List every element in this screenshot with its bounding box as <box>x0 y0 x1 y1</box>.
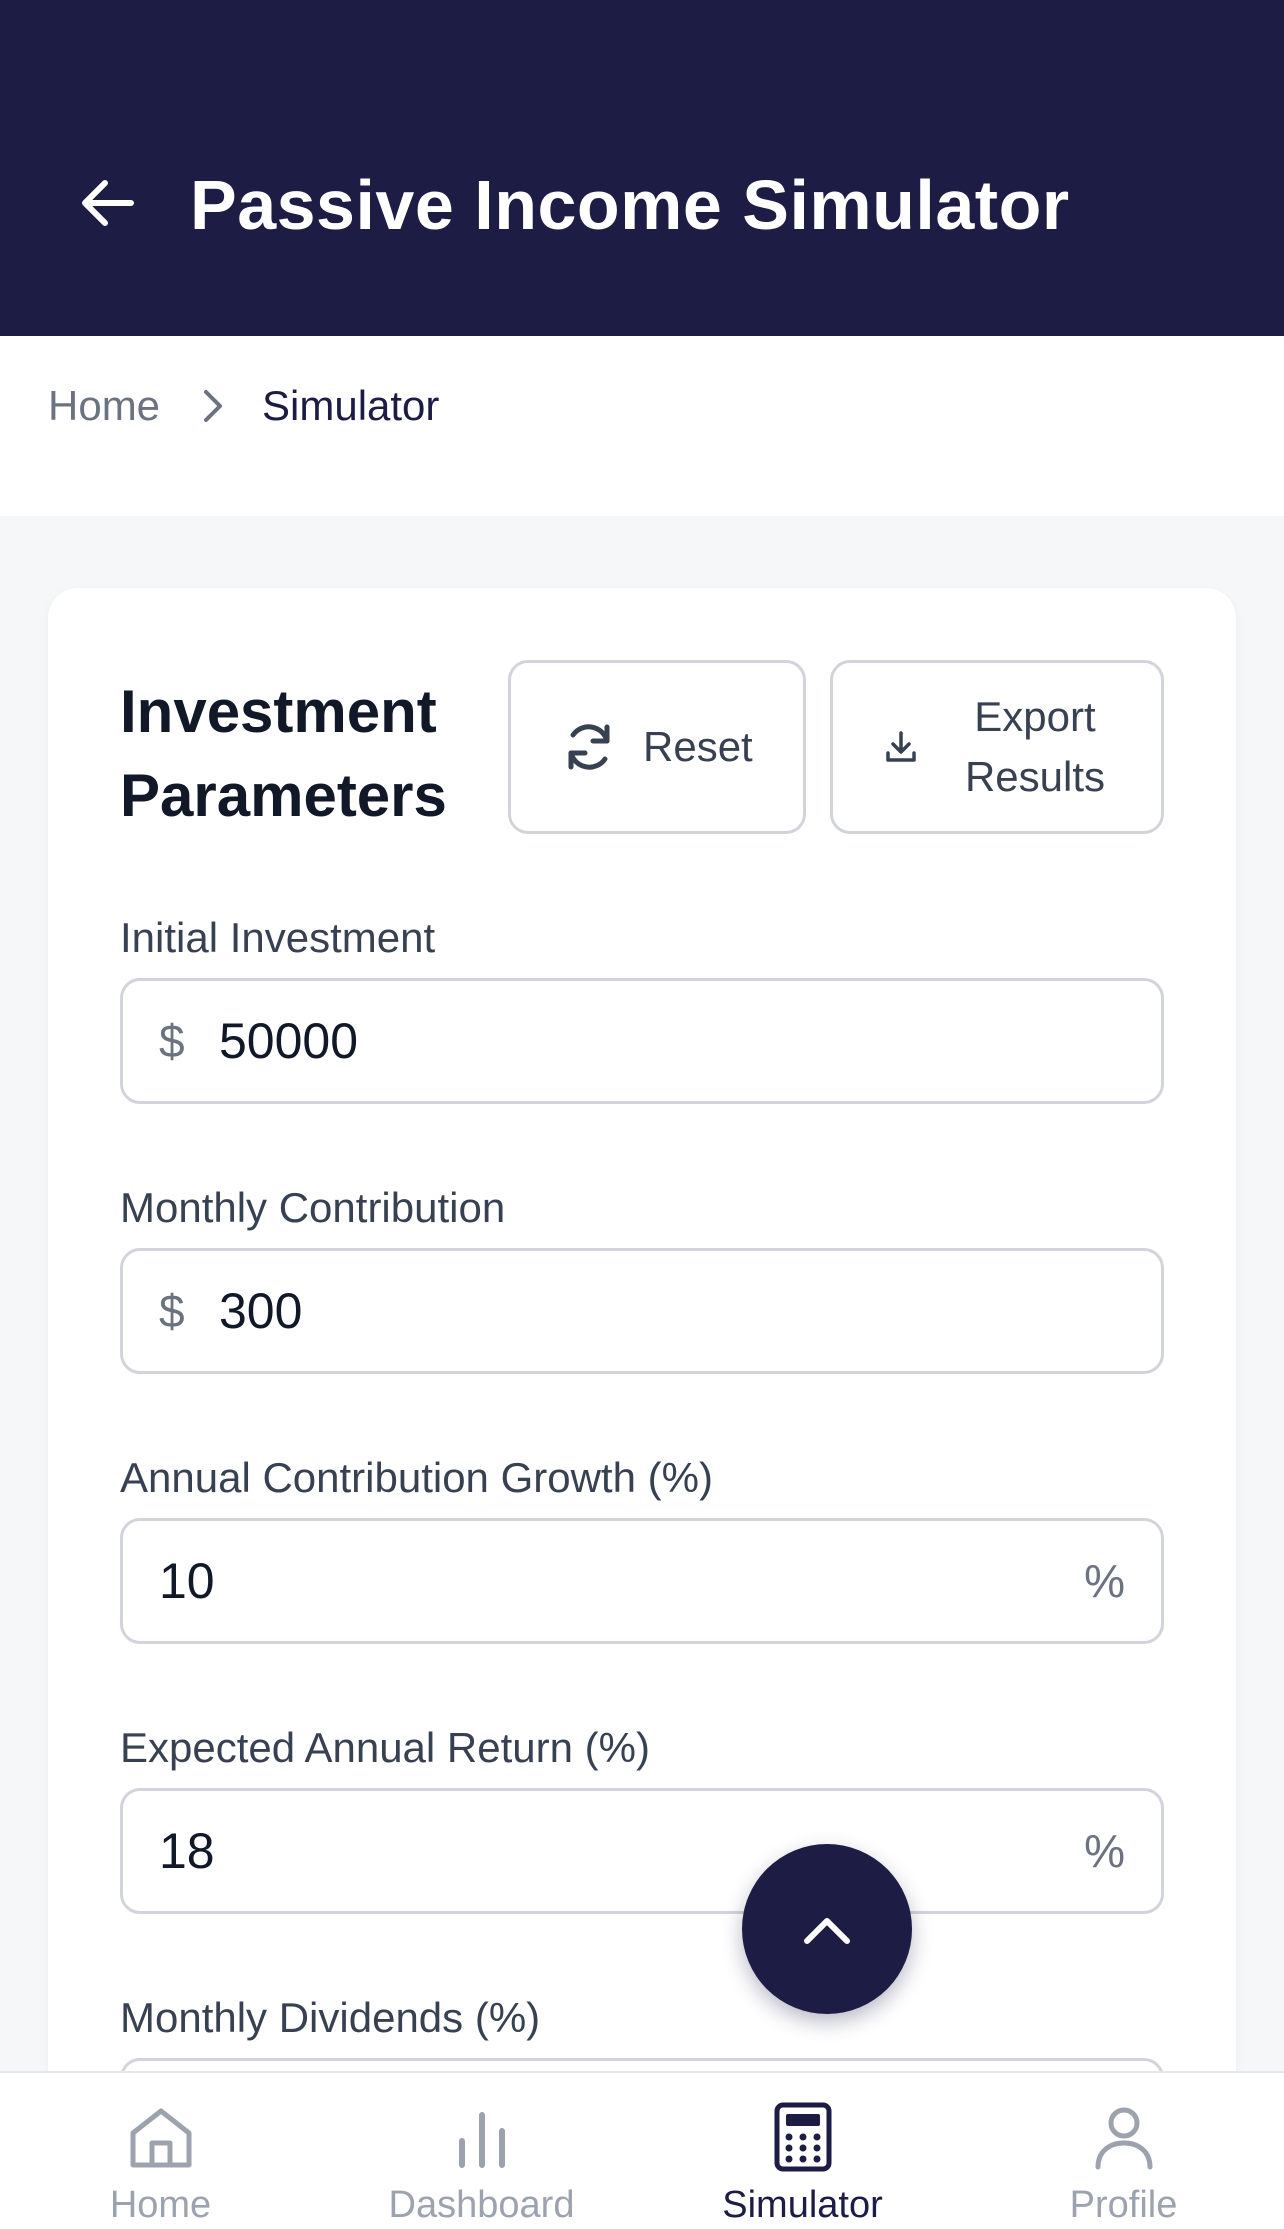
download-icon <box>886 731 916 762</box>
initial-investment-input[interactable] <box>219 981 1099 1101</box>
annual-growth-field: % <box>120 1518 1164 1644</box>
breadcrumb-home-link[interactable]: Home <box>48 378 160 434</box>
chevron-up-icon <box>804 1918 850 1944</box>
annual-return-field: % <box>120 1788 1164 1914</box>
annual-return-label: Expected Annual Return (%) <box>120 1724 650 1771</box>
initial-investment-field: $ <box>120 978 1164 1104</box>
nav-label-profile: Profile <box>1069 2184 1178 2226</box>
nav-label-simulator: Simulator <box>722 2184 883 2226</box>
annual-growth-input[interactable] <box>159 1521 1039 1641</box>
nav-label-home: Home <box>109 2184 212 2226</box>
bottom-nav: Home Dashboard Simulator Profile <box>0 2071 1284 2229</box>
nav-item-dashboard[interactable]: Dashboard <box>321 2073 642 2229</box>
scroll-to-top-button[interactable] <box>742 1844 912 2014</box>
annual-growth-label: Annual Contribution Growth (%) <box>120 1454 713 1501</box>
nav-item-home[interactable]: Home <box>0 2073 321 2229</box>
nav-item-profile[interactable]: Profile <box>963 2073 1284 2229</box>
breadcrumb: Home Simulator <box>0 336 1284 516</box>
investment-parameters-card: Investment Parameters Reset Export Resul… <box>48 588 1236 2188</box>
monthly-contribution-field: $ <box>120 1248 1164 1374</box>
annual-return-input[interactable] <box>159 1791 1039 1911</box>
reset-button-label: Reset <box>643 723 753 770</box>
breadcrumb-current: Simulator <box>262 382 440 429</box>
export-results-button[interactable]: Export Results <box>830 660 1164 834</box>
percent-suffix: % <box>1084 1825 1125 1877</box>
initial-investment-label: Initial Investment <box>120 914 436 961</box>
chevron-right-icon <box>204 390 222 422</box>
arrow-left-icon <box>82 180 134 226</box>
currency-prefix: $ <box>159 1015 185 1067</box>
user-icon <box>1095 2107 1152 2170</box>
back-button[interactable] <box>72 168 142 238</box>
nav-label-dashboard: Dashboard <box>388 2184 575 2226</box>
refresh-icon <box>568 724 610 770</box>
reset-button[interactable]: Reset <box>508 660 806 834</box>
page-title: Passive Income Simulator <box>190 166 1070 244</box>
percent-suffix: % <box>1084 1555 1125 1607</box>
currency-prefix: $ <box>159 1285 185 1337</box>
app-header: Passive Income Simulator <box>0 0 1284 336</box>
monthly-contribution-input[interactable] <box>219 1251 1099 1371</box>
monthly-dividends-label: Monthly Dividends (%) <box>120 1994 541 2041</box>
home-icon <box>130 2108 191 2168</box>
export-button-label: Export Results <box>964 693 1106 800</box>
calculator-icon <box>774 2102 831 2172</box>
monthly-contribution-label: Monthly Contribution <box>120 1184 506 1231</box>
bar-chart-icon <box>458 2112 505 2168</box>
nav-item-simulator[interactable]: Simulator <box>642 2073 963 2229</box>
card-title: Investment Parameters <box>120 678 447 829</box>
